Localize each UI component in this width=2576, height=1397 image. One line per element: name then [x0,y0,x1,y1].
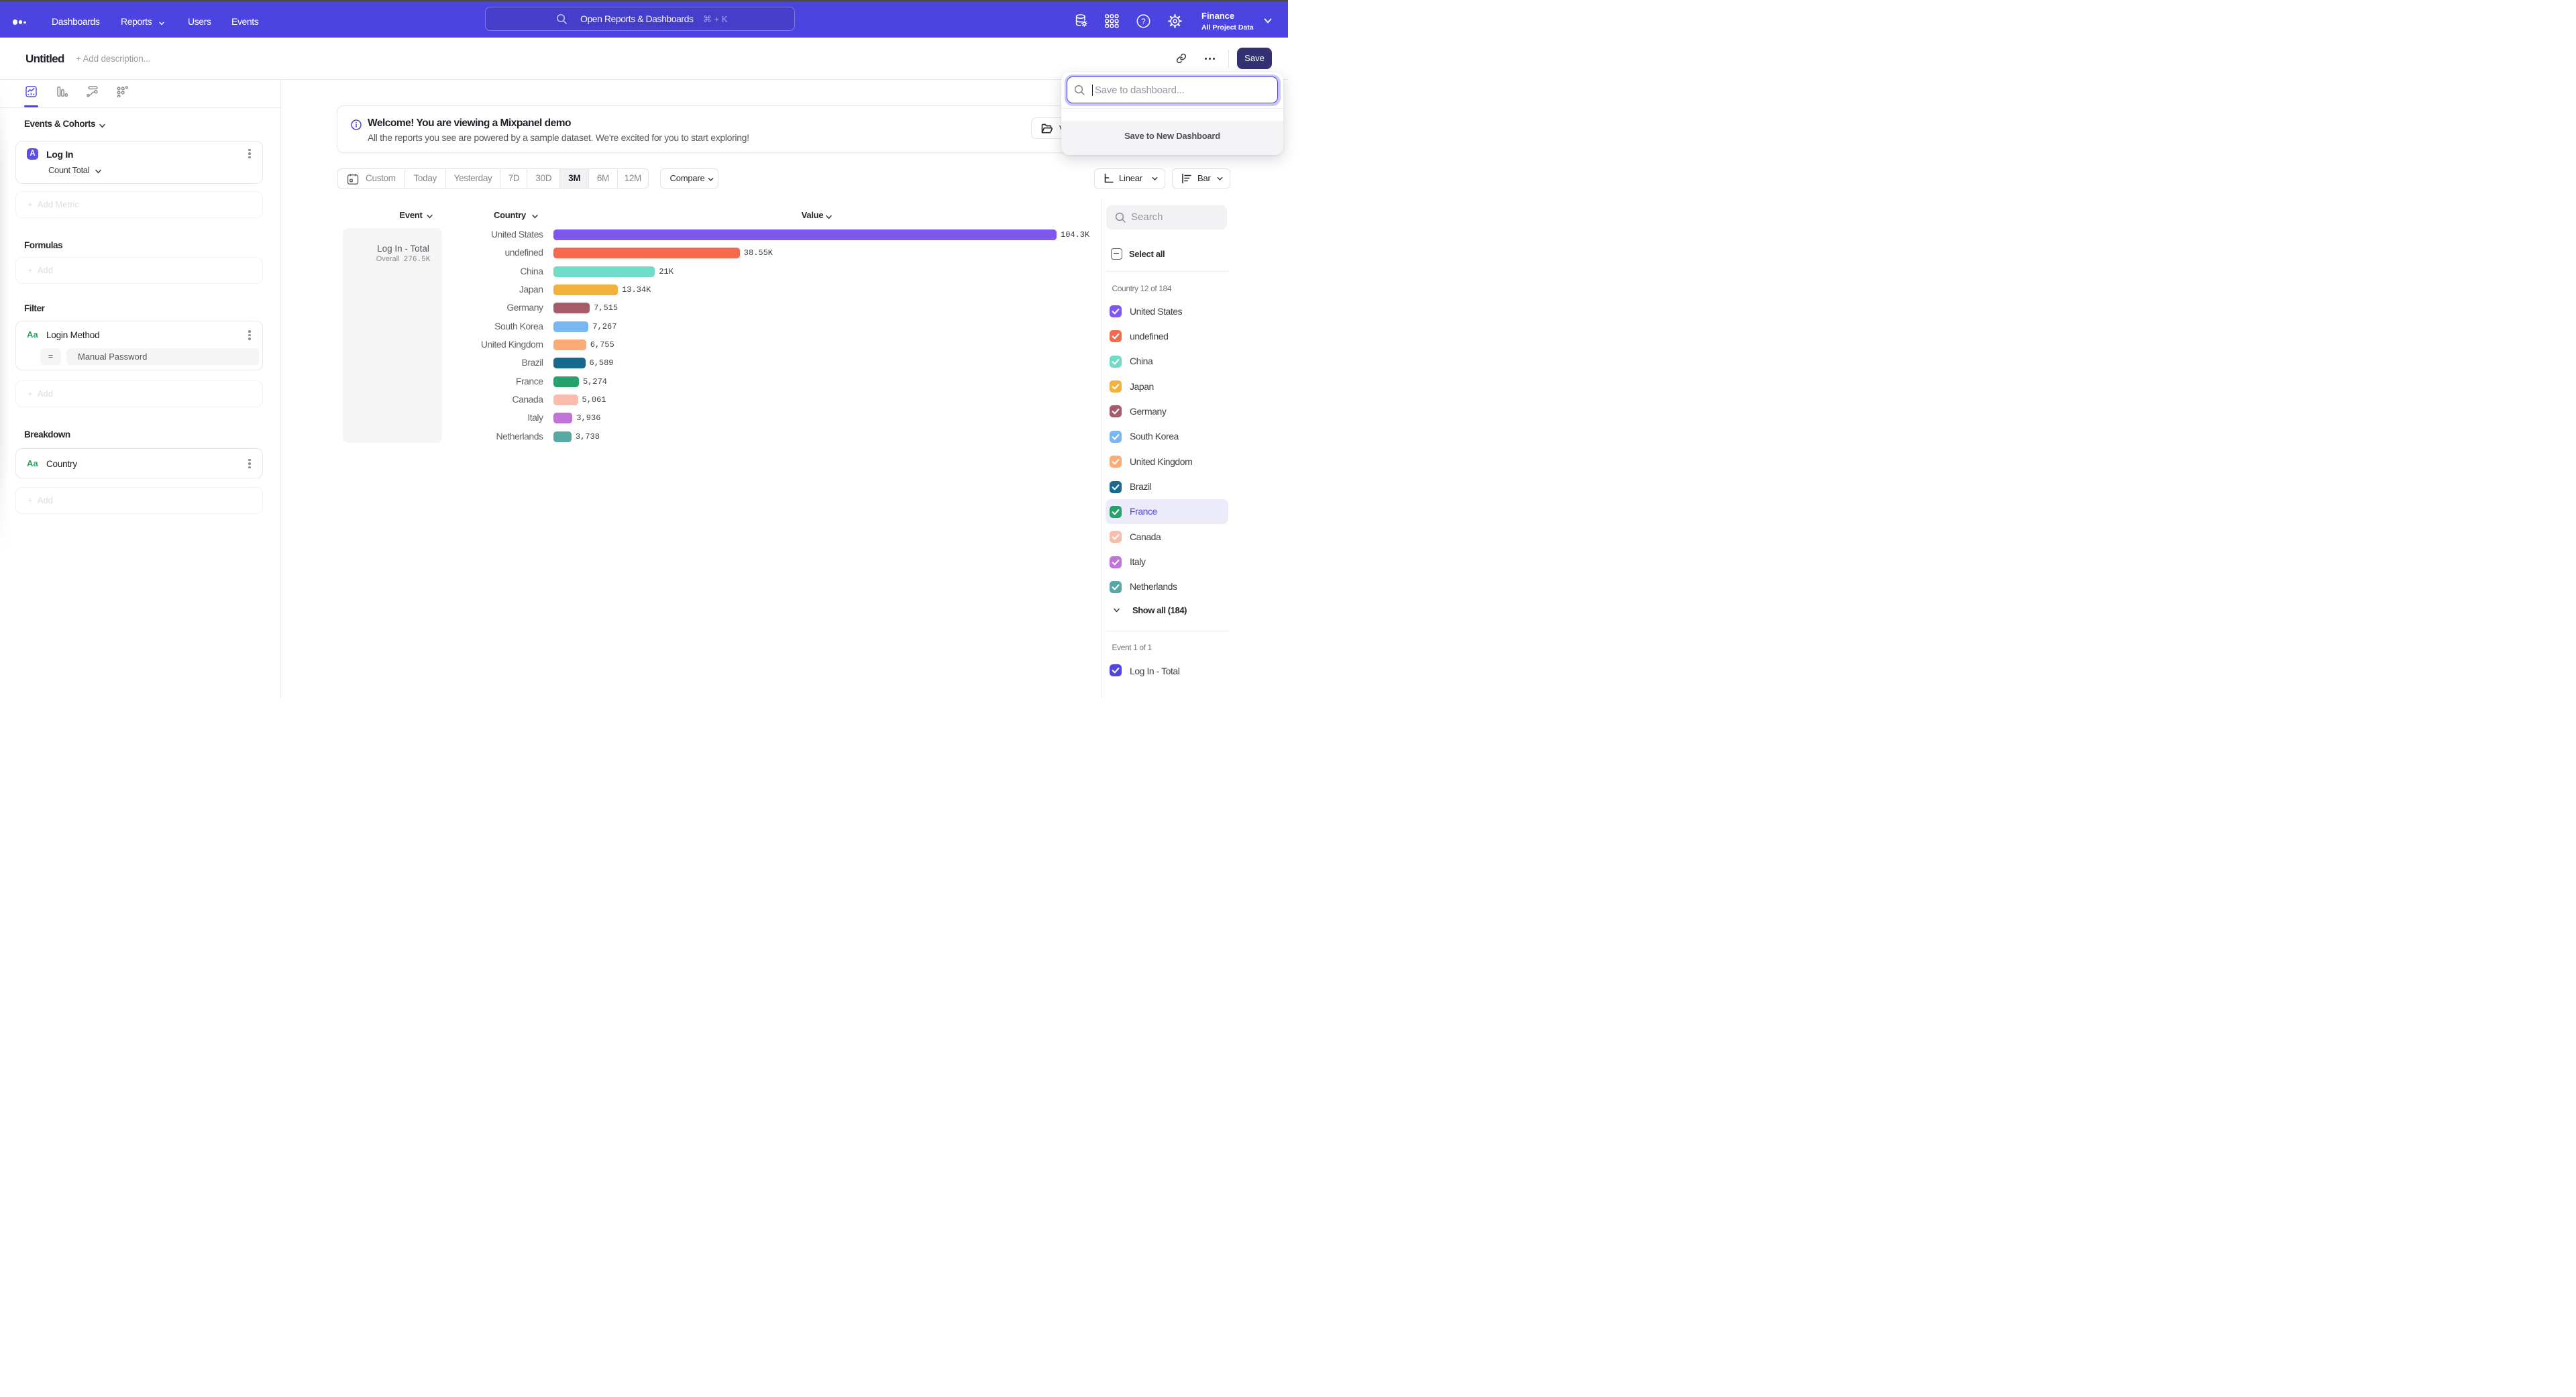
svg-text:?: ? [1141,17,1145,25]
